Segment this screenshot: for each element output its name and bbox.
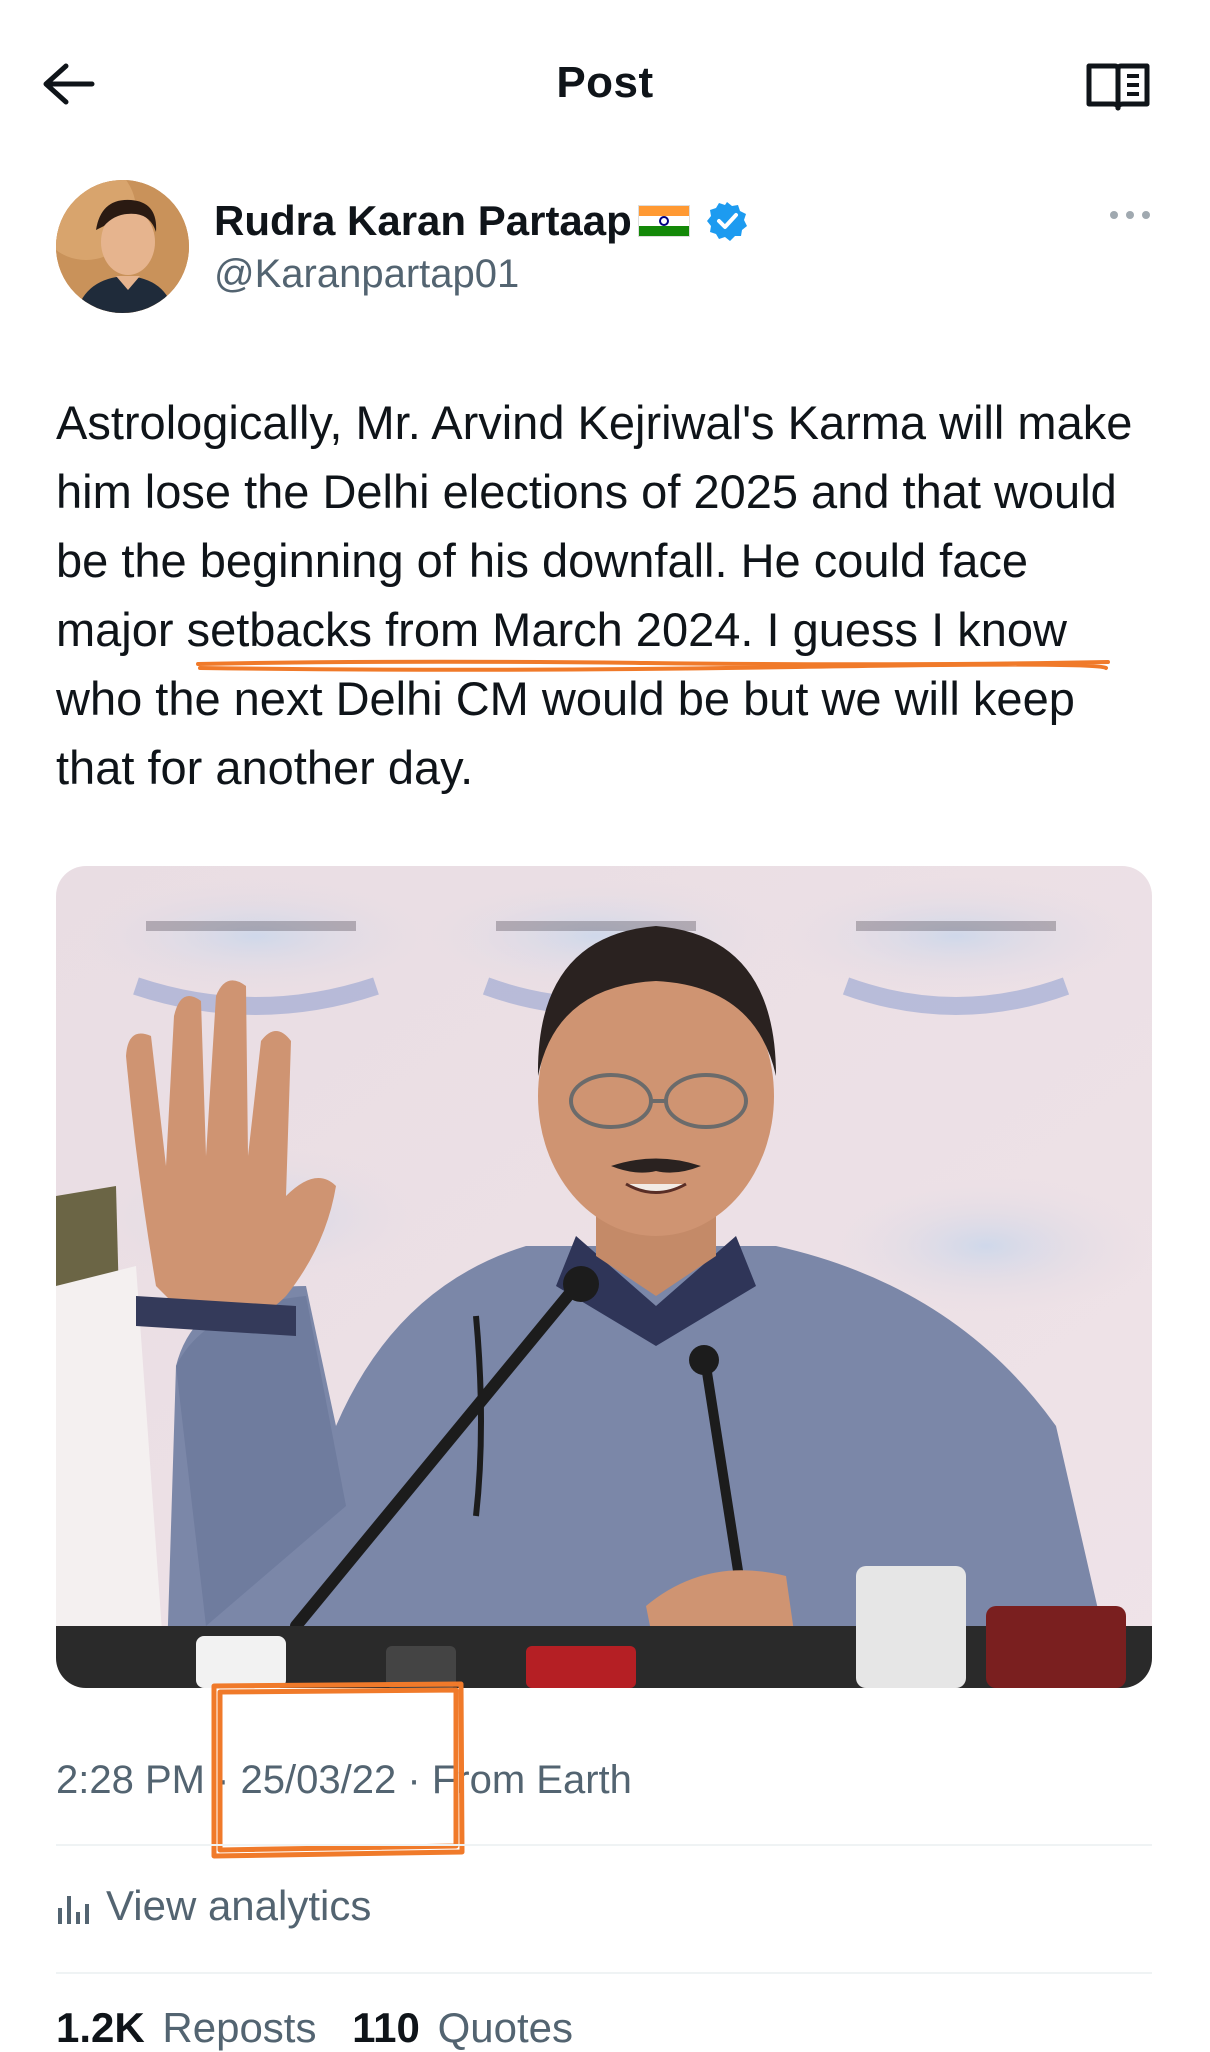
annotation-underline: [196, 659, 1110, 672]
more-button[interactable]: [1106, 205, 1154, 225]
post-text: Astrologically, Mr. Arvind Kejriwal's Ka…: [56, 396, 1133, 794]
reader-mode-icon: [1086, 63, 1150, 111]
post-image[interactable]: [56, 866, 1152, 1688]
reposts-label: Reposts: [162, 2004, 317, 2051]
avatar[interactable]: [56, 180, 189, 313]
name-row: Rudra Karan Partaap: [214, 194, 748, 248]
reposts-stat[interactable]: 1.2K Reposts: [56, 2004, 316, 2052]
india-flag-icon: [637, 205, 690, 237]
quotes-stat[interactable]: 110 Quotes: [352, 2004, 573, 2052]
top-bar: Post: [0, 0, 1210, 170]
divider: [56, 1844, 1152, 1846]
quotes-count: 110: [352, 2004, 420, 2051]
bar-chart-icon: [58, 1896, 89, 1924]
page-title: Post: [556, 58, 654, 107]
press-conference-photo: [56, 866, 1152, 1688]
post-time[interactable]: 2:28 PM: [56, 1758, 205, 1803]
reposts-count: 1.2K: [56, 2004, 145, 2051]
view-analytics-button[interactable]: View analytics: [56, 1876, 371, 1936]
annotation-box: [211, 1681, 465, 1859]
engagement-stats: 1.2K Reposts 110 Quotes: [56, 2004, 597, 2052]
verified-badge-icon[interactable]: [706, 200, 748, 242]
display-name[interactable]: Rudra Karan Partaap: [214, 197, 632, 245]
more-horizontal-icon: [1110, 211, 1150, 219]
divider: [56, 1972, 1152, 1974]
quotes-label: Quotes: [437, 2004, 573, 2051]
view-analytics-label: View analytics: [106, 1882, 372, 1929]
reader-mode-button[interactable]: [1085, 60, 1151, 112]
post-author: Rudra Karan Partaap @Karanpartap01: [56, 180, 1156, 320]
handle[interactable]: @Karanpartap01: [214, 252, 519, 297]
avatar-image: [56, 180, 189, 313]
